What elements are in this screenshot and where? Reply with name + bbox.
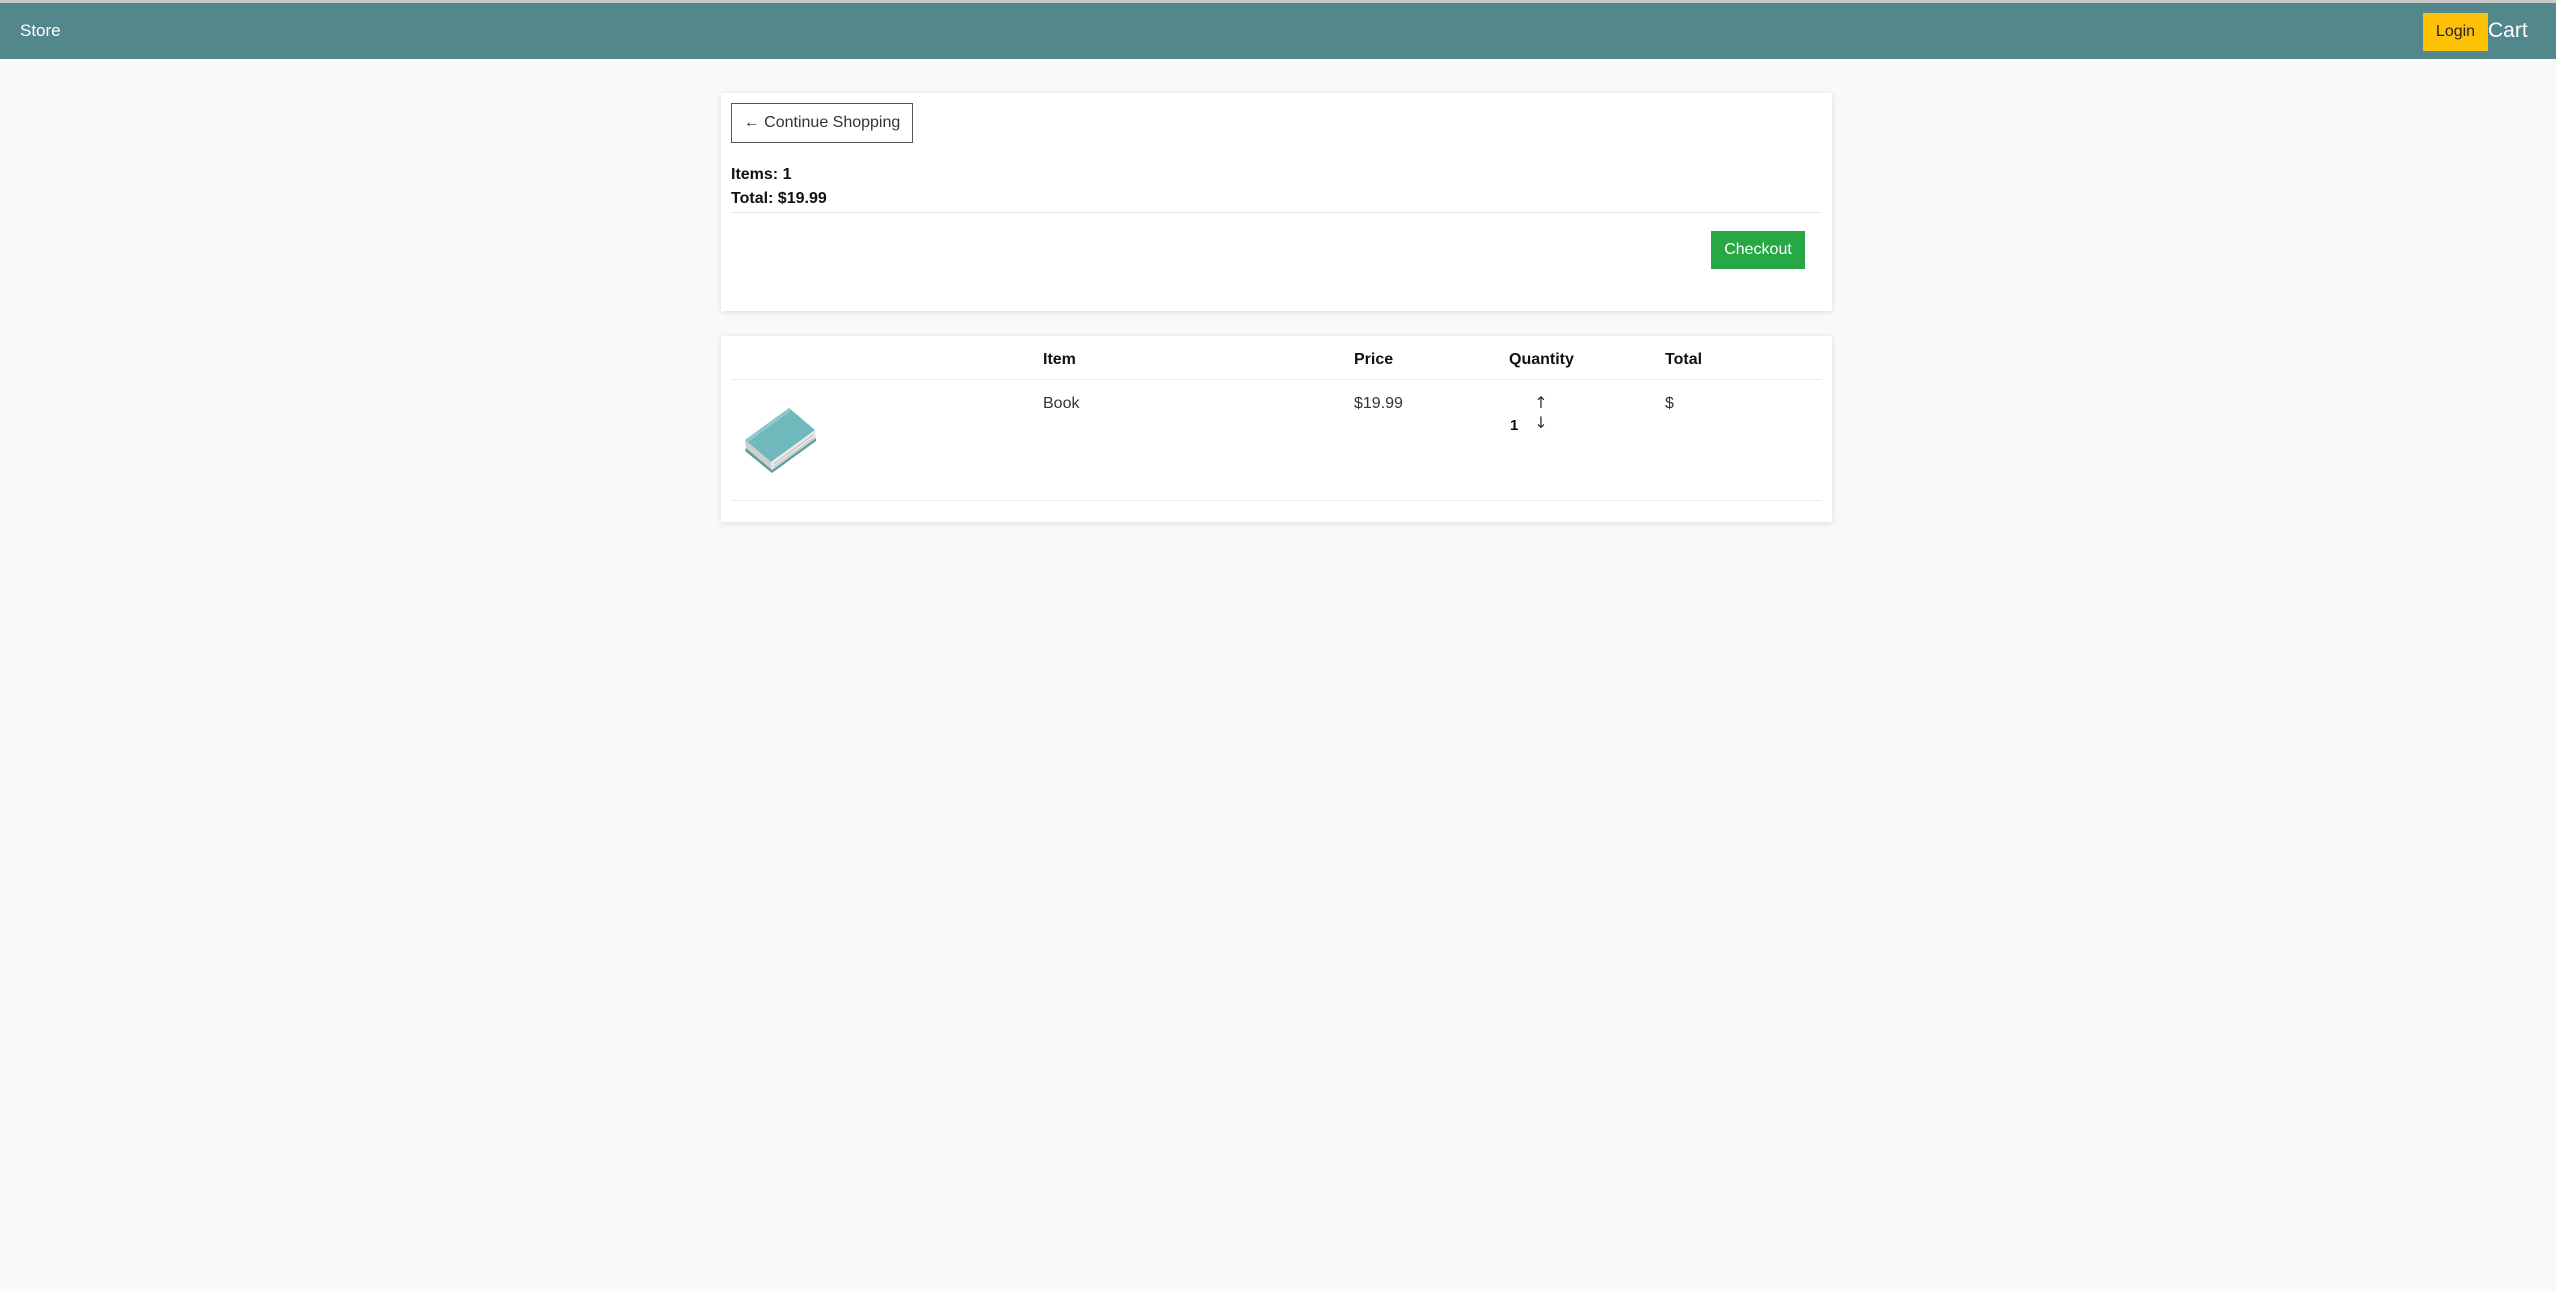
- column-header-price: Price: [1354, 351, 1394, 368]
- decrease-quantity-icon[interactable]: ↓: [1533, 414, 1549, 432]
- continue-shopping-button[interactable]: ← Continue Shopping: [731, 103, 913, 143]
- column-header-total: Total: [1665, 351, 1703, 368]
- checkout-button[interactable]: Checkout: [1711, 231, 1805, 269]
- row-item-price: $19.99: [1354, 395, 1403, 412]
- increase-quantity-icon[interactable]: ↑: [1533, 394, 1549, 412]
- cart-link[interactable]: Cart: [2488, 3, 2528, 59]
- top-navbar: Store Login Cart: [0, 3, 2556, 59]
- book-icon: [745, 408, 816, 473]
- row-divider: [731, 500, 1822, 501]
- cart-summary-card: ← Continue Shopping Items: 1 Total: $19.…: [721, 93, 1832, 311]
- column-header-item: Item: [1043, 351, 1076, 368]
- header-divider: [731, 379, 1822, 380]
- summary-divider: [731, 212, 1822, 213]
- row-quantity-value: 1: [1510, 417, 1519, 434]
- row-item-name: Book: [1043, 395, 1080, 412]
- cart-items-table: Item Price Quantity Total Book $19.99 ↑ …: [721, 336, 1832, 522]
- column-header-quantity: Quantity: [1509, 351, 1574, 368]
- items-count: Items: 1: [731, 166, 792, 183]
- row-item-total: $: [1665, 395, 1674, 412]
- login-button[interactable]: Login: [2423, 13, 2488, 51]
- cart-total: Total: $19.99: [731, 190, 827, 207]
- store-brand-link[interactable]: Store: [20, 3, 61, 59]
